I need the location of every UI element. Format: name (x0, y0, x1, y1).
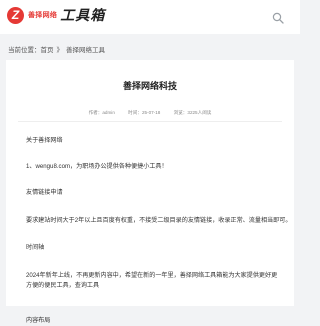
breadcrumb: 当前位置：首页》善择网络工具 (8, 44, 105, 54)
article-date: 时间：25-07-18 (128, 110, 161, 115)
logo-small-text: 善择网络 (28, 12, 58, 19)
site-header: Z 善择网络 工具箱 (0, 0, 300, 34)
section-heading-timeline: 时间轴 (26, 244, 45, 251)
article-views: 浏览：3225人阅读 (173, 110, 212, 115)
logo-big-text: 工具箱 (60, 7, 106, 23)
paragraph-intro: 1、wengu8.com，为职场办公提供各种便捷小工具！ (26, 163, 168, 170)
section-heading-friendlinks: 友情链接申请 (26, 189, 63, 196)
site-logo[interactable]: Z 善择网络 工具箱 (7, 5, 105, 25)
breadcrumb-current-link[interactable]: 善择网络工具 (66, 47, 105, 54)
article-author: 作者：admin (88, 110, 115, 115)
article-card: 善择网络科技 作者：admin 时间：25-07-18 浏览：3225人阅读 关… (6, 60, 294, 324)
paragraph-friendlinks: 要求建站时间大于2年以上且百度有权重，不接受二级目录的友情链接，收录正常、流量相… (26, 217, 292, 224)
search-icon (272, 12, 284, 24)
breadcrumb-label: 当前位置： (8, 47, 41, 54)
breadcrumb-home-link[interactable]: 首页 (41, 47, 54, 54)
divider (18, 121, 282, 122)
search-button[interactable] (272, 11, 284, 24)
paragraph-timeline: 2024年新年上线，不再更新内容中，希望在新的一年里，善择网络工具箱能为大家提供… (26, 272, 278, 289)
breadcrumb-separator: 》 (56, 47, 64, 54)
logo-mark: Z (7, 6, 24, 24)
section-heading-layout: 内容布局 (26, 317, 51, 324)
section-heading-about: 关于善择网络 (26, 137, 63, 144)
article-meta: 作者：admin 时间：25-07-18 浏览：3225人阅读 (6, 110, 294, 116)
article-title: 善择网络科技 (122, 81, 177, 91)
